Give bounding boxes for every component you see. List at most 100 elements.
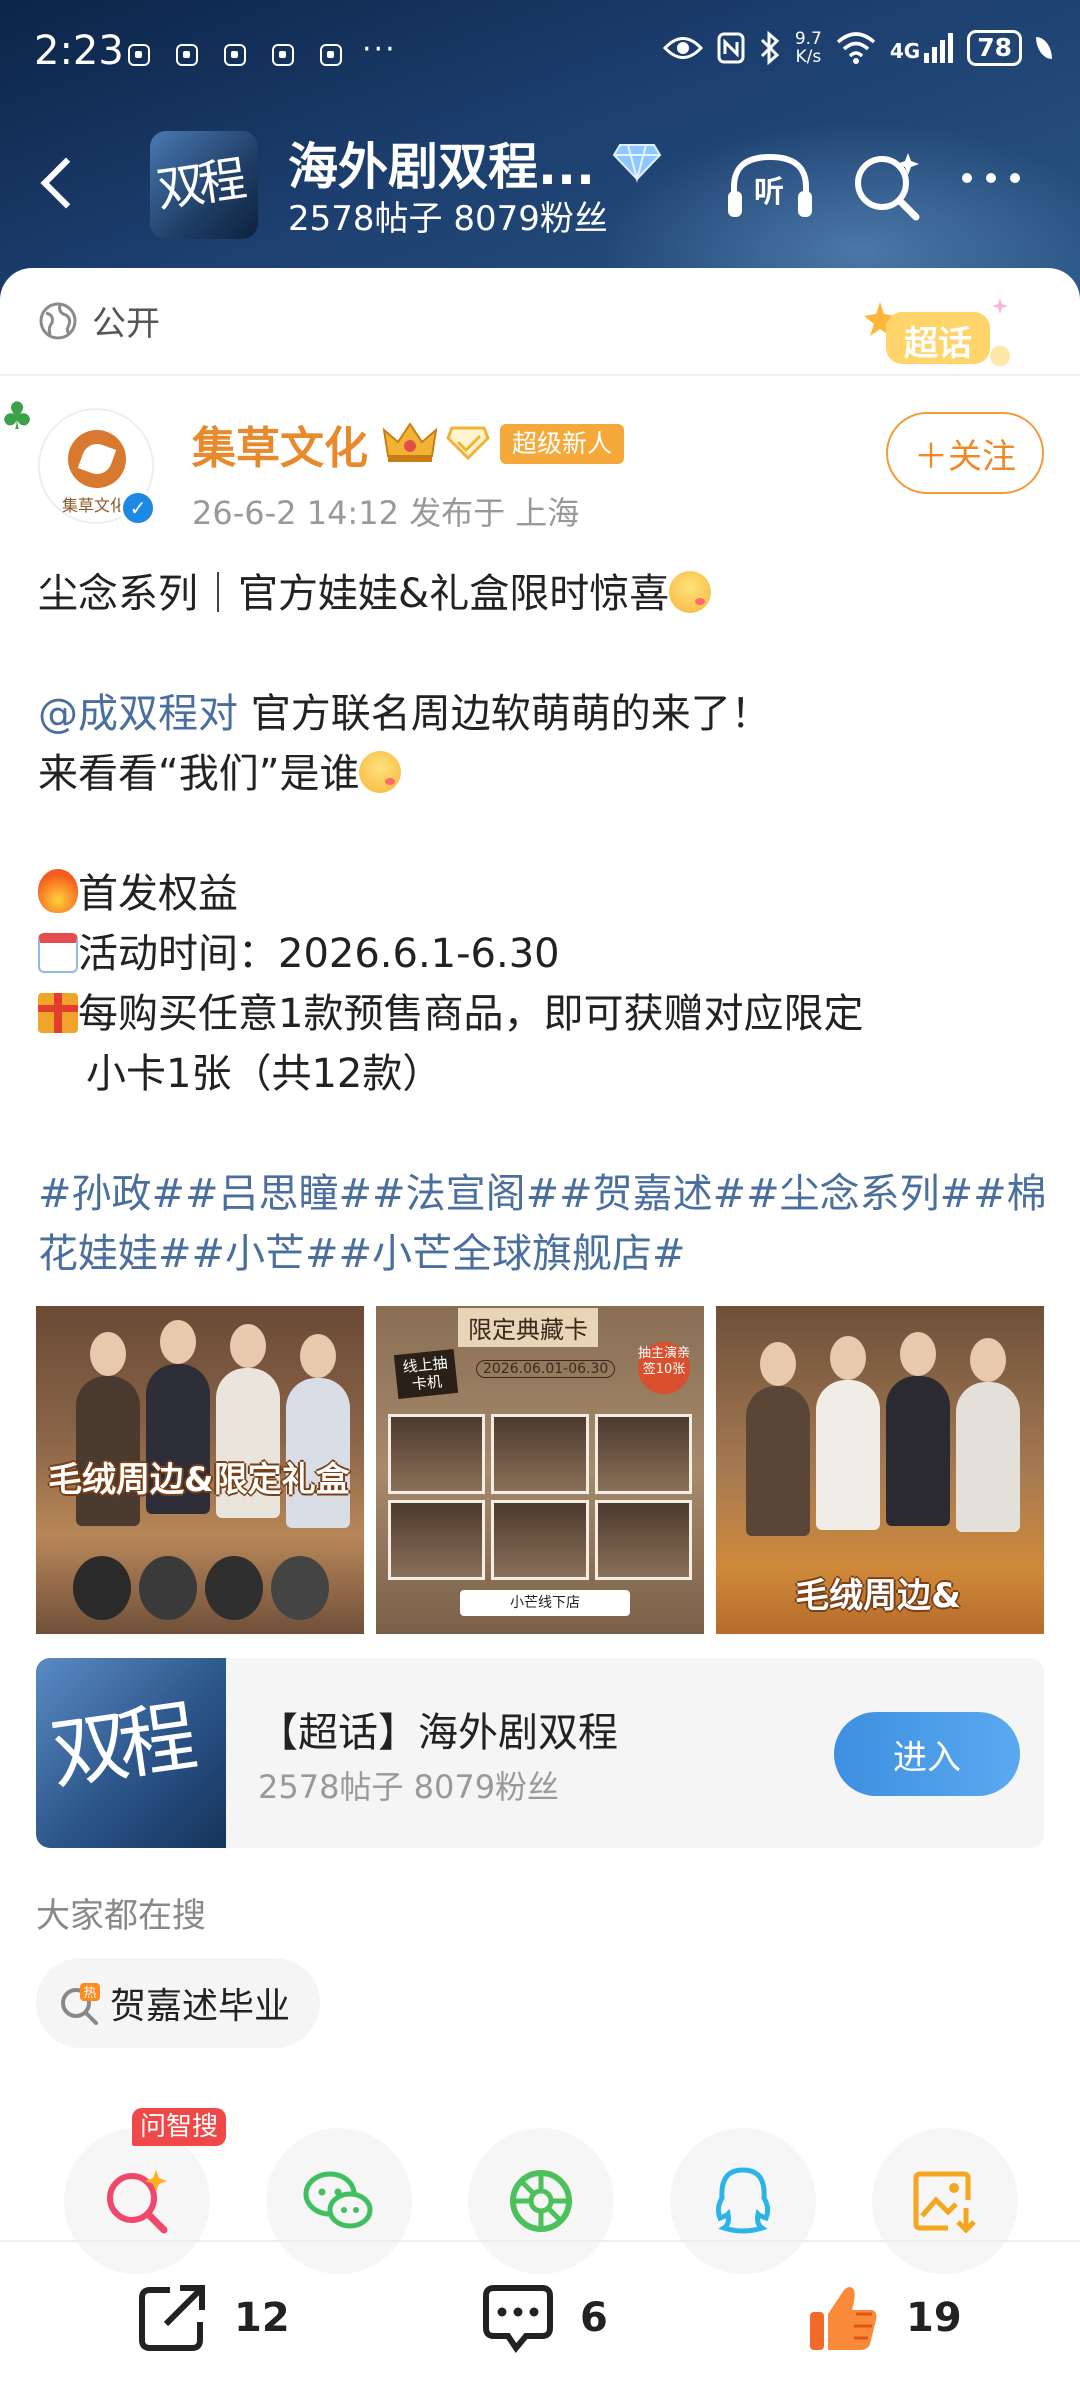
post-text: 尘念系列｜官方娃娃&礼盒限时惊喜 @成双程对 官方联名周边软萌萌的来了！ 来看看… (38, 564, 1048, 1284)
ai-search-icon (107, 2170, 168, 2234)
post-line: @成双程对 官方联名周边软萌萌的来了！ (38, 684, 1048, 744)
listen-label: 听 (754, 175, 784, 210)
qq-icon (715, 2167, 771, 2234)
trending-search-text: 贺嘉述毕业 (110, 1986, 291, 2027)
like-count: 19 (906, 2295, 962, 2341)
supertopic-badge-label: 超话 (904, 324, 972, 364)
plush-dolls (56, 1556, 346, 1626)
globe-icon (39, 302, 77, 339)
post-line: 小卡1张（共12款） (38, 1044, 1048, 1104)
visibility-label: 公开 (92, 304, 160, 344)
notification-icon (176, 44, 198, 66)
figure (746, 1342, 810, 1536)
supertopic-card[interactable]: 双程 【超话】海外剧双程 2578帖子 8079粉丝 进入 (36, 1658, 1044, 1848)
post-text-segment: 活动时间：2026.6.1-6.30 (78, 931, 560, 977)
more-options-button[interactable] (962, 173, 1020, 183)
image-date: 2026.06.01-06.30 (476, 1360, 616, 1378)
net-speed: 9.7 K/s (795, 30, 822, 66)
ai-search-badge: 问智搜 (132, 2108, 227, 2146)
post-text-segment: 每购买任意1款预售商品，即可获赠对应限定 (78, 991, 864, 1037)
wifi-icon (836, 32, 876, 64)
header: 2:23 ··· 9.7 K/s 4G 78 双程 海外剧双程... 2578帖… (0, 0, 1080, 300)
hashtag-links[interactable]: #孙政##吕思瞳##法宣阁##贺嘉述##尘念系列##棉花娃娃##小芒##小芒全球… (38, 1164, 1048, 1284)
supertopic-card-stats: 2578帖子 8079粉丝 (258, 1768, 560, 1806)
battery-indicator: 78 (967, 30, 1022, 66)
repost-button[interactable]: 12 (134, 2280, 290, 2356)
wechat-icon (303, 2171, 373, 2229)
notification-icon (272, 44, 294, 66)
photo-card-grid (388, 1414, 692, 1580)
figure (886, 1332, 950, 1526)
verified-badge-icon: ✓ (120, 490, 156, 526)
supertopic-stats: 2578帖子 8079粉丝 (288, 199, 608, 239)
post-line: 尘念系列｜官方娃娃&礼盒限时惊喜 (38, 564, 1048, 624)
signal-label: 4G (889, 39, 921, 63)
post-line: 活动时间：2026.6.1-6.30 (38, 924, 1048, 984)
post-text-segment: 首发权益 (78, 871, 238, 917)
supertopic-card-thumb: 双程 (36, 1658, 226, 1848)
supertopic-avatar[interactable]: 双程 (150, 131, 258, 239)
follow-button[interactable]: ＋关注 (886, 412, 1044, 494)
calendar-emoji-icon (38, 933, 78, 973)
post-sheet: 公开 超话 ♣ 集草文化 ✓ 集草文化 超级新人 26-6-2 14:12 发布… (0, 268, 1080, 2400)
avatar-logo (68, 430, 126, 488)
visibility-row: 公开 (38, 296, 160, 345)
search-icon[interactable] (850, 149, 924, 223)
smiling-face-emoji-icon (669, 571, 712, 613)
notification-icon (320, 44, 342, 66)
eye-icon (662, 37, 703, 59)
post-image-2[interactable]: 限定典藏卡 线上抽卡机 2026.06.01-06.30 抽主演亲签10张 小芒… (376, 1306, 704, 1634)
figure (816, 1336, 880, 1530)
hot-search-icon: 热 (61, 1983, 100, 2025)
supertopic-card-thumb-text: 双程 (45, 1692, 193, 1801)
image-caption: 毛绒周边& (795, 1576, 961, 1616)
bottom-action-bar: 12 6 19 (0, 2242, 1080, 2400)
post-text-segment: 小卡1张（共12款） (86, 1051, 443, 1097)
status-time: 2:23 (34, 28, 124, 74)
trending-search-chip[interactable]: 热 贺嘉述毕业 (36, 1958, 321, 2048)
enter-button[interactable]: 进入 (834, 1712, 1020, 1796)
net-speed-value: 9.7 (794, 29, 822, 49)
notification-icon (128, 44, 150, 66)
more-dot (986, 173, 996, 183)
cell-signal-icon: 4G (889, 33, 954, 63)
supertopic-card-title: 【超话】海外剧双程 (258, 1710, 618, 1756)
more-dot (962, 173, 972, 183)
eco-leaf-icon (1036, 37, 1052, 59)
post-image-1[interactable]: 毛绒周边&限定礼盒 (36, 1306, 364, 1634)
post-image-3[interactable]: 毛绒周边& (716, 1306, 1044, 1634)
post-text-segment: 官方联名周边软萌萌的来了！ (238, 691, 771, 737)
supertopic-badge[interactable]: 超话 (850, 294, 1020, 374)
back-button[interactable] (30, 151, 90, 211)
save-image-icon (913, 2171, 976, 2234)
notification-icon (224, 44, 246, 66)
figure (956, 1338, 1020, 1532)
like-button[interactable]: 19 (806, 2280, 962, 2356)
status-bar: 2:23 ··· 9.7 K/s 4G 78 (0, 0, 1080, 115)
mention-link[interactable]: @成双程对 (38, 691, 238, 737)
fire-emoji-icon (38, 869, 78, 913)
author-avatar[interactable]: 集草文化 ✓ (38, 408, 156, 526)
page-title[interactable]: 海外剧双程... (288, 127, 595, 199)
image-tag: 线上抽卡机 (393, 1348, 459, 1400)
status-icons: 9.7 K/s 4G 78 (662, 30, 1052, 66)
listen-button[interactable]: 听 (724, 151, 816, 221)
image-caption: 毛绒周边&限定礼盒 (48, 1460, 350, 1500)
crown-icon (382, 422, 438, 462)
post-meta: 26-6-2 14:12 发布于 上海 (192, 494, 580, 532)
super-newbie-badge: 超级新人 (500, 424, 625, 464)
author-name[interactable]: 集草文化 (192, 412, 368, 476)
more-notifications-dots: ··· (362, 32, 397, 67)
shy-face-emoji-icon (359, 751, 402, 793)
comment-button[interactable]: 6 (480, 2280, 608, 2356)
post-image-grid: 毛绒周边&限定礼盒 限定典藏卡 线上抽卡机 2026.06.01-06.30 抽… (36, 1306, 1044, 1634)
nfc-icon (717, 32, 745, 64)
moments-icon (510, 2170, 572, 2232)
divider (0, 374, 1080, 376)
signal-bars-icon (924, 33, 954, 63)
image-title: 限定典藏卡 (458, 1308, 598, 1347)
trending-search-title: 大家都在搜 (36, 1896, 206, 1936)
post-line: 来看看“我们”是谁 (38, 744, 1048, 804)
net-speed-unit: K/s (795, 47, 822, 67)
avatar-text: 集草文化 (62, 496, 127, 515)
